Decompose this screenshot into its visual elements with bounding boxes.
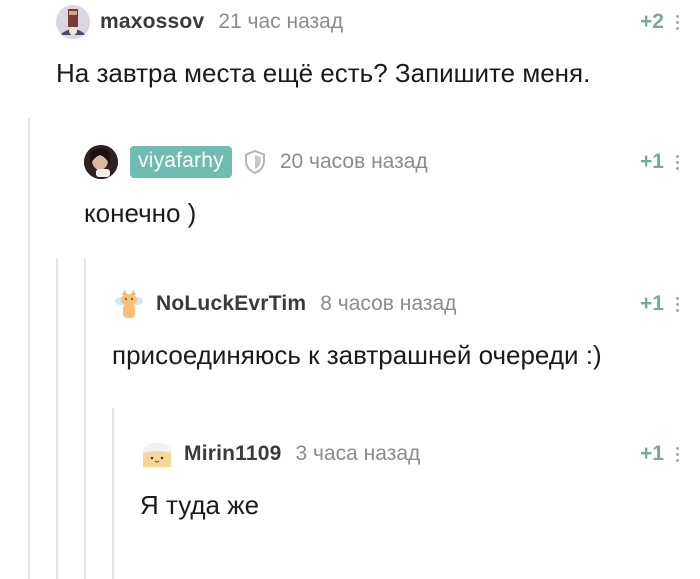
timestamp[interactable]: 20 часов назад — [280, 150, 428, 174]
comment-header: Mirin1109 3 часа назад +1 — [140, 432, 700, 476]
timestamp[interactable]: 21 час назад — [218, 10, 343, 34]
comment: Mirin1109 3 часа назад +1 Я туда же — [140, 432, 700, 521]
thread-line[interactable] — [84, 258, 86, 579]
cat-angel-avatar[interactable] — [112, 287, 146, 321]
rating: +1 — [640, 150, 664, 173]
username[interactable]: viyafarhy — [130, 146, 232, 178]
username[interactable]: Mirin1109 — [184, 442, 282, 466]
more-options-icon[interactable] — [676, 446, 682, 462]
user-photo-avatar[interactable] — [84, 145, 118, 179]
rating: +2 — [640, 10, 664, 33]
thread-line[interactable] — [56, 258, 58, 579]
bread-character-avatar[interactable] — [140, 437, 174, 471]
comment-header: maxossov 21 час назад +2 — [56, 0, 700, 44]
thread-line[interactable] — [112, 408, 114, 579]
rating: +1 — [640, 292, 664, 315]
timestamp[interactable]: 8 часов назад — [320, 292, 456, 316]
more-options-icon[interactable] — [676, 154, 682, 170]
rating: +1 — [640, 442, 664, 465]
comment: NoLuckEvrTim 8 часов назад +1 присоединя… — [112, 282, 700, 371]
more-options-icon[interactable] — [676, 14, 682, 30]
comment: viyafarhy 20 часов назад +1 конечно ) — [84, 140, 700, 229]
comment-text: Я туда же — [140, 490, 260, 520]
username[interactable]: maxossov — [100, 10, 204, 34]
comment-header: NoLuckEvrTim 8 часов назад +1 — [112, 282, 700, 326]
comment-header: viyafarhy 20 часов назад +1 — [84, 140, 700, 184]
thread-line[interactable] — [28, 118, 30, 579]
username[interactable]: NoLuckEvrTim — [156, 292, 306, 316]
comment-text: присоединяюсь к завтрашней очереди :) — [112, 340, 602, 370]
comment: maxossov 21 час назад +2 На завтра места… — [56, 0, 700, 89]
comment-text: На завтра места ещё есть? Запишите меня. — [56, 58, 591, 88]
user-photo-avatar[interactable] — [56, 5, 90, 39]
more-options-icon[interactable] — [676, 296, 682, 312]
shield-icon — [244, 150, 265, 174]
comment-text: конечно ) — [84, 198, 197, 228]
timestamp[interactable]: 3 часа назад — [296, 442, 421, 466]
